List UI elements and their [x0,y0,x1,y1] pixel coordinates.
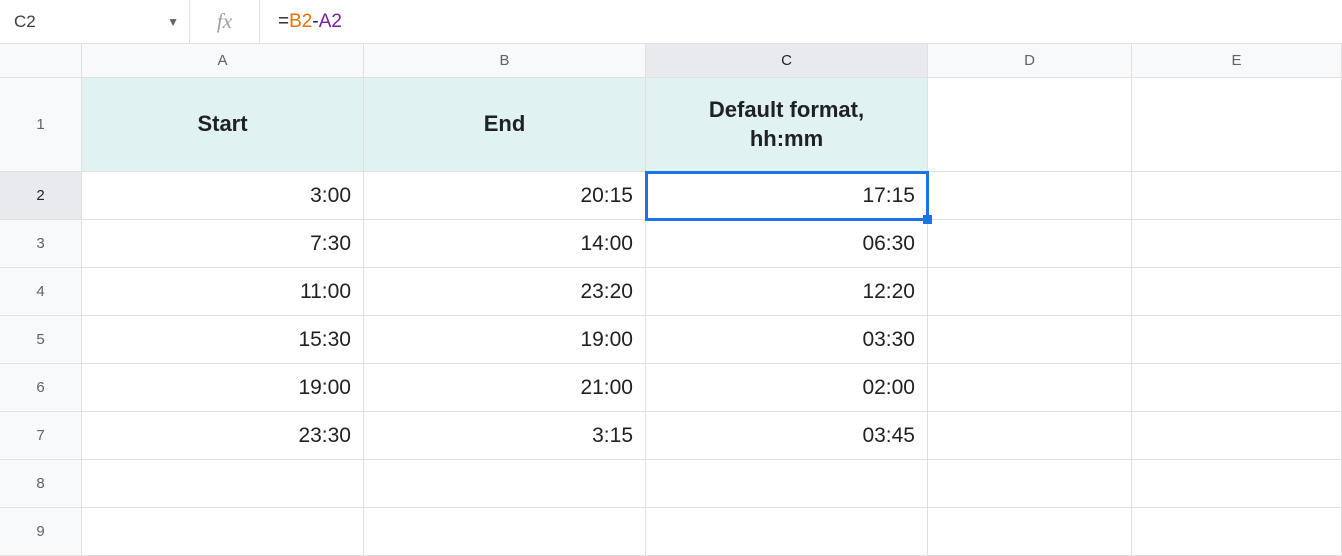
cell-B1[interactable]: End [364,78,646,172]
formula-eq: = [278,11,289,33]
row-header-1[interactable]: 1 [0,78,82,172]
cell-E9[interactable] [1132,508,1342,556]
cell-D9[interactable] [928,508,1132,556]
cell-A6[interactable]: 19:00 [82,364,364,412]
cell-C2-value: 17:15 [862,184,915,208]
formula-ref2: A2 [319,11,342,33]
formula-ref1: B2 [289,11,312,33]
chevron-down-icon[interactable]: ▼ [167,15,179,29]
cell-E6[interactable] [1132,364,1342,412]
cell-A8[interactable] [82,460,364,508]
row-header-6[interactable]: 6 [0,364,82,412]
col-header-A[interactable]: A [82,44,364,78]
cell-C5[interactable]: 03:30 [646,316,928,364]
cell-D7[interactable] [928,412,1132,460]
row-header-2[interactable]: 2 [0,172,82,220]
name-box-value: C2 [14,12,36,32]
formula-input[interactable]: =B2-A2 [260,0,1342,43]
cell-A2[interactable]: 3:00 [82,172,364,220]
row-header-7[interactable]: 7 [0,412,82,460]
cell-D5[interactable] [928,316,1132,364]
col-header-E[interactable]: E [1132,44,1342,78]
cell-C4[interactable]: 12:20 [646,268,928,316]
cell-B2[interactable]: 20:15 [364,172,646,220]
cell-D4[interactable] [928,268,1132,316]
cell-E2[interactable] [1132,172,1342,220]
cell-E3[interactable] [1132,220,1342,268]
cell-D6[interactable] [928,364,1132,412]
cell-C6[interactable]: 02:00 [646,364,928,412]
cell-C7[interactable]: 03:45 [646,412,928,460]
cell-B5[interactable]: 19:00 [364,316,646,364]
cell-C8[interactable] [646,460,928,508]
cell-C1[interactable]: Default format, hh:mm [646,78,928,172]
row-header-5[interactable]: 5 [0,316,82,364]
cell-E4[interactable] [1132,268,1342,316]
col-header-B[interactable]: B [364,44,646,78]
cell-D1[interactable] [928,78,1132,172]
col-header-D[interactable]: D [928,44,1132,78]
row-header-3[interactable]: 3 [0,220,82,268]
cell-E7[interactable] [1132,412,1342,460]
cell-E5[interactable] [1132,316,1342,364]
cell-B8[interactable] [364,460,646,508]
select-all-corner[interactable] [0,44,82,78]
selection-handle[interactable] [923,215,932,224]
cell-A1[interactable]: Start [82,78,364,172]
row-header-8[interactable]: 8 [0,460,82,508]
cell-C9[interactable] [646,508,928,556]
cell-D3[interactable] [928,220,1132,268]
formula-bar: C2 ▼ fx =B2-A2 [0,0,1342,44]
cell-B3[interactable]: 14:00 [364,220,646,268]
cell-D8[interactable] [928,460,1132,508]
cell-A4[interactable]: 11:00 [82,268,364,316]
row-header-4[interactable]: 4 [0,268,82,316]
fx-icon: fx [190,0,260,43]
spreadsheet-grid: A B C D E 1 Start End Default format, hh… [0,44,1342,556]
name-box[interactable]: C2 ▼ [0,0,190,43]
cell-A7[interactable]: 23:30 [82,412,364,460]
cell-A9[interactable] [82,508,364,556]
col-header-C[interactable]: C [646,44,928,78]
cell-E1[interactable] [1132,78,1342,172]
cell-B9[interactable] [364,508,646,556]
cell-B7[interactable]: 3:15 [364,412,646,460]
cell-A3[interactable]: 7:30 [82,220,364,268]
cell-C2[interactable]: 17:15 [646,172,928,220]
cell-A5[interactable]: 15:30 [82,316,364,364]
cell-E8[interactable] [1132,460,1342,508]
cell-B6[interactable]: 21:00 [364,364,646,412]
cell-B4[interactable]: 23:20 [364,268,646,316]
cell-D2[interactable] [928,172,1132,220]
cell-C3[interactable]: 06:30 [646,220,928,268]
row-header-9[interactable]: 9 [0,508,82,556]
